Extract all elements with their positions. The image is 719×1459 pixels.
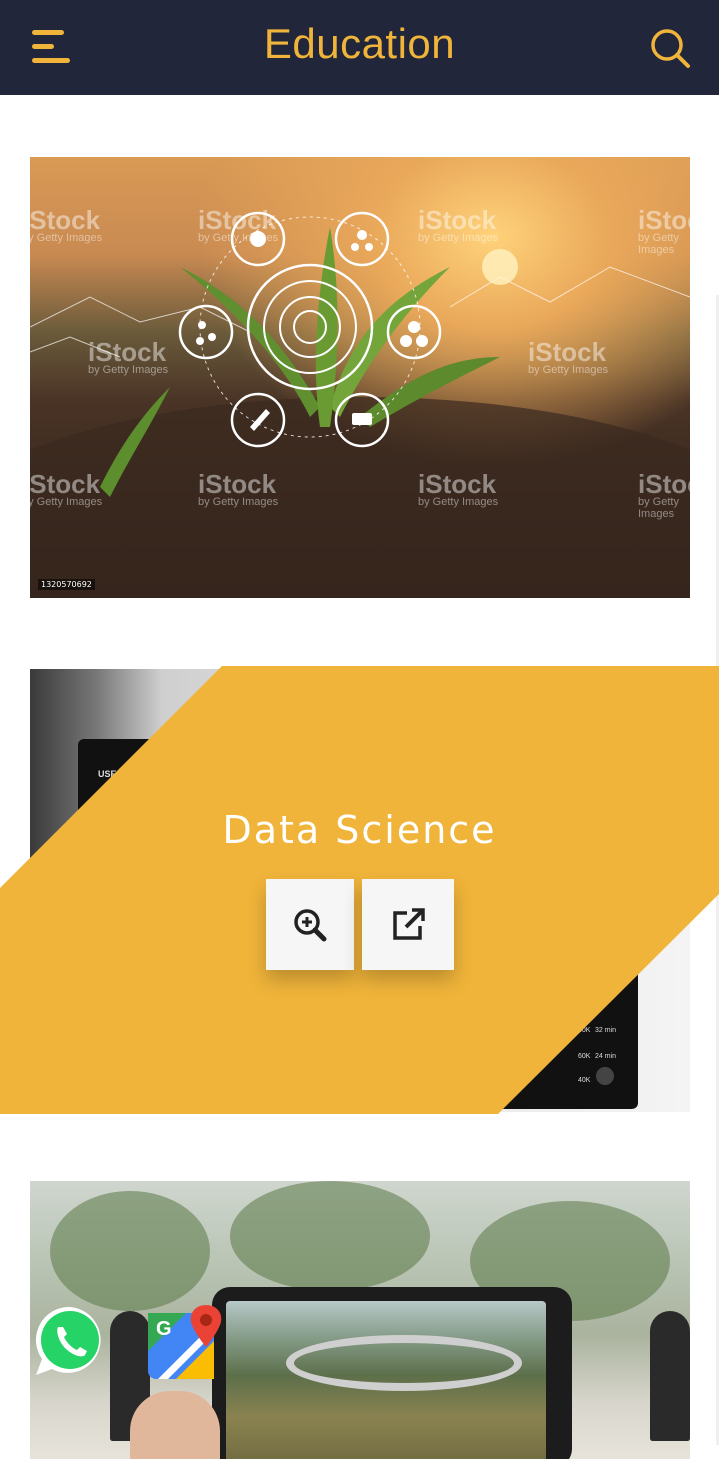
top-bar: Education <box>0 0 719 95</box>
svg-text:G: G <box>156 1318 172 1340</box>
watermark: iStockby Getty Images <box>198 205 279 244</box>
portfolio-card-campus[interactable] <box>30 1181 690 1459</box>
search-icon[interactable] <box>648 26 692 70</box>
tablet-device <box>78 739 638 1109</box>
tablet-text: 60K <box>578 1027 591 1034</box>
watermark: iStockby Getty Images <box>30 205 103 244</box>
watermark: iStockby Getty Images <box>418 205 499 244</box>
tablet-device <box>212 1287 572 1459</box>
tablet-text: 40K <box>578 1077 591 1084</box>
smart-farming-graphic <box>30 211 690 598</box>
page-title: Education <box>263 20 456 67</box>
watermark: iStockby Getty Images <box>638 469 690 520</box>
zoom-in-icon <box>294 908 327 941</box>
whatsapp-button[interactable] <box>32 1303 108 1379</box>
tablet-text: 32 min <box>595 1027 617 1034</box>
watermark: iStockby Getty Images <box>418 469 499 508</box>
watermark: iStockby Getty Images <box>528 337 609 376</box>
google-maps-button[interactable]: G <box>146 1303 228 1381</box>
watermark: iStockby Getty Images <box>30 469 103 508</box>
watermark: iStockby Getty Images <box>88 337 169 376</box>
google-maps-icon: G <box>148 1305 222 1379</box>
card-title: Data Science <box>222 808 497 852</box>
portfolio-card-agriculture[interactable]: iStockby Getty Images iStockby Getty Ima… <box>30 157 690 598</box>
whatsapp-icon <box>35 1306 101 1375</box>
zoom-button[interactable] <box>266 879 354 970</box>
image-id-label: 1320570692 <box>38 579 95 590</box>
watermark: iStockby Getty Images <box>638 205 690 256</box>
tablet-text: USE <box>98 769 117 779</box>
watermark: iStockby Getty Images <box>198 469 279 508</box>
tablet-text: 60K <box>578 1053 591 1060</box>
tablet-text: 24 min <box>595 1053 617 1060</box>
external-link-icon <box>393 907 425 940</box>
open-link-button[interactable] <box>362 879 454 970</box>
portfolio-card-data-science[interactable]: USE 60K 32 min 60K 24 min 40K <box>30 669 690 1112</box>
